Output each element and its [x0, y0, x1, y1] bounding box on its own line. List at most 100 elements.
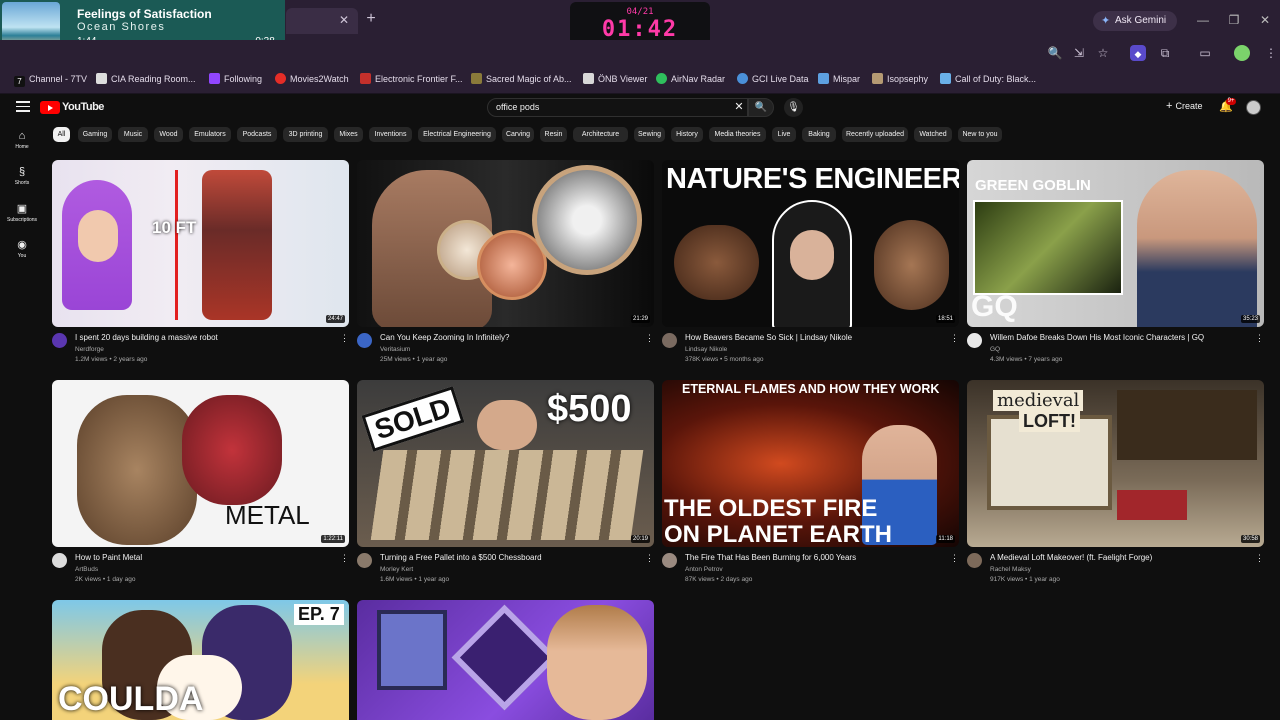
nav-subscriptions[interactable]: ▣ Subscriptions [6, 202, 38, 223]
chip[interactable]: New to you [958, 127, 1002, 142]
chip[interactable]: Electrical Engineering [418, 127, 496, 142]
more-options-icon[interactable]: ⋮ [645, 333, 654, 344]
chip[interactable]: History [671, 127, 703, 142]
bookmark-item[interactable]: Sacred Magic of Ab... [471, 72, 572, 86]
search-button[interactable]: 🔍 [748, 98, 774, 117]
bookmark-item[interactable]: AirNav Radar [656, 72, 725, 86]
bookmark-item[interactable]: ÖNB Viewer [583, 72, 647, 86]
profile-icon[interactable] [1234, 45, 1250, 61]
new-tab-icon[interactable]: + [362, 10, 380, 28]
video-title[interactable]: Turning a Free Pallet into a $500 Chessb… [380, 553, 542, 562]
more-options-icon[interactable]: ⋮ [1255, 553, 1264, 564]
video-thumbnail[interactable]: EP. 7 COULDA [52, 600, 349, 720]
video-thumbnail[interactable]: GREEN GOBLIN GQ 35:23 [967, 160, 1264, 327]
youtube-logo-icon[interactable] [40, 101, 60, 114]
chip[interactable]: Mixes [334, 127, 363, 142]
extension-icon[interactable]: ◆ [1130, 45, 1146, 61]
chip[interactable]: Architecture [573, 127, 628, 142]
video-thumbnail[interactable] [357, 600, 654, 720]
channel-name[interactable]: GQ [990, 346, 1000, 353]
channel-avatar[interactable] [357, 333, 372, 348]
ask-gemini-button[interactable]: ✦ Ask Gemini [1093, 11, 1177, 31]
video-thumbnail[interactable]: medieval LOFT! 30:58 [967, 380, 1264, 547]
video-title[interactable]: I spent 20 days building a massive robot [75, 333, 218, 342]
channel-avatar[interactable] [52, 333, 67, 348]
hamburger-menu-icon[interactable] [16, 101, 30, 113]
chip[interactable]: Podcasts [237, 127, 277, 142]
clear-search-icon[interactable]: ✕ [733, 100, 745, 114]
nav-home[interactable]: ⌂ Home [6, 130, 38, 150]
bookmark-item[interactable]: Isopsephy [872, 72, 928, 86]
chip[interactable]: Emulators [189, 127, 231, 142]
chip[interactable]: Inventions [369, 127, 412, 142]
chip[interactable]: Resin [540, 127, 567, 142]
minimize-icon[interactable]: — [1193, 12, 1213, 28]
chip[interactable]: Baking [802, 127, 836, 142]
channel-name[interactable]: Morley Kert [380, 566, 413, 573]
nav-shorts[interactable]: § Shorts [6, 166, 38, 186]
video-title[interactable]: A Medieval Loft Makeover! (ft. Faelight … [990, 553, 1152, 562]
more-options-icon[interactable]: ⋮ [1255, 333, 1264, 344]
bookmark-item[interactable]: GCI Live Data [737, 72, 809, 86]
video-title[interactable]: Willem Dafoe Breaks Down His Most Iconic… [990, 333, 1204, 342]
channel-name[interactable]: Rachel Maksy [990, 566, 1031, 573]
video-thumbnail[interactable]: METAL 1:22:11 [52, 380, 349, 547]
channel-name[interactable]: Veritasium [380, 346, 410, 353]
video-title[interactable]: How to Paint Metal [75, 553, 142, 562]
bookmark-item[interactable]: Electronic Frontier F... [360, 72, 463, 86]
channel-name[interactable]: Lindsay Nikole [685, 346, 727, 353]
youtube-wordmark[interactable]: YouTube [62, 101, 104, 113]
chip[interactable]: Carving [502, 127, 534, 142]
browser-menu-icon[interactable]: ⋮ [1262, 44, 1280, 62]
video-title[interactable]: Can You Keep Zooming In Infinitely? [380, 333, 509, 342]
extensions-puzzle-icon[interactable]: ⧉ [1156, 44, 1174, 62]
channel-name[interactable]: Nerdforge [75, 346, 104, 353]
chip[interactable]: 3D printing [283, 127, 328, 142]
chip-all[interactable]: All [53, 127, 70, 142]
chip[interactable]: Sewing [634, 127, 665, 142]
chip[interactable]: Music [118, 127, 148, 142]
more-options-icon[interactable]: ⋮ [340, 333, 349, 344]
channel-avatar[interactable] [967, 553, 982, 568]
search-input[interactable]: office pods [487, 98, 748, 117]
more-options-icon[interactable]: ⋮ [950, 553, 959, 564]
nav-you[interactable]: ◉ You [6, 238, 38, 259]
channel-avatar[interactable] [357, 553, 372, 568]
chip[interactable]: Live [772, 127, 796, 142]
channel-name[interactable]: Anton Petrov [685, 566, 723, 573]
chip[interactable]: Media theories [709, 127, 766, 142]
side-panel-icon[interactable]: ▭ [1196, 44, 1214, 62]
video-thumbnail[interactable]: NATURE'S ENGINEERS 18:51 [662, 160, 959, 327]
video-thumbnail[interactable]: 10 FT 24:47 [52, 160, 349, 327]
channel-name[interactable]: ArtBuds [75, 566, 98, 573]
bookmark-item[interactable]: Following [209, 72, 262, 86]
voice-search-icon[interactable]: 🎙 [784, 98, 803, 117]
account-avatar[interactable] [1246, 100, 1261, 115]
maximize-icon[interactable]: ❐ [1224, 12, 1244, 28]
bookmark-item[interactable]: CIA Reading Room... [96, 72, 196, 86]
zoom-icon[interactable]: 🔍 [1046, 44, 1064, 62]
video-thumbnail[interactable]: SOLD $500 20:19 [357, 380, 654, 547]
channel-avatar[interactable] [662, 553, 677, 568]
bookmark-item[interactable]: Mispar [818, 72, 860, 86]
channel-avatar[interactable] [662, 333, 677, 348]
video-thumbnail[interactable]: ETERNAL FLAMES AND HOW THEY WORK THE OLD… [662, 380, 959, 547]
bookmark-star-icon[interactable]: ☆ [1094, 44, 1112, 62]
bookmark-item[interactable]: Call of Duty: Black... [940, 72, 1036, 86]
window-close-icon[interactable]: ✕ [1255, 12, 1275, 28]
more-options-icon[interactable]: ⋮ [340, 553, 349, 564]
chip[interactable]: Watched [914, 127, 952, 142]
chip[interactable]: Gaming [78, 127, 112, 142]
channel-avatar[interactable] [967, 333, 982, 348]
video-thumbnail[interactable]: 21:29 [357, 160, 654, 327]
channel-avatar[interactable] [52, 553, 67, 568]
chip[interactable]: Recently uploaded [842, 127, 908, 142]
install-app-icon[interactable]: ⇲ [1070, 44, 1088, 62]
bookmark-item[interactable]: Movies2Watch [275, 72, 349, 86]
tab-close-icon[interactable]: ✕ [336, 12, 352, 28]
video-title[interactable]: How Beavers Became So Sick | Lindsay Nik… [685, 333, 852, 342]
video-title[interactable]: The Fire That Has Been Burning for 6,000… [685, 553, 856, 562]
more-options-icon[interactable]: ⋮ [950, 333, 959, 344]
create-button[interactable]: + Create [1166, 100, 1203, 112]
chip[interactable]: Wood [154, 127, 183, 142]
